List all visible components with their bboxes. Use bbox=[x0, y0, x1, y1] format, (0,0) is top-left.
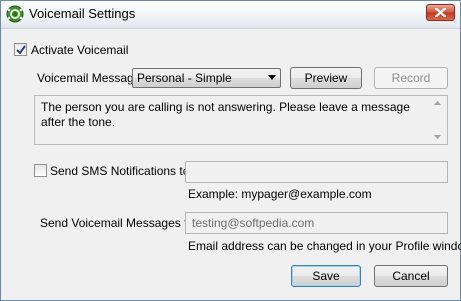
voicemail-message-select[interactable]: Personal - Simple bbox=[132, 68, 281, 88]
activate-voicemail-checkbox[interactable] bbox=[14, 43, 27, 56]
title-bar[interactable]: Voicemail Settings bbox=[1, 1, 460, 29]
cancel-button[interactable]: Cancel bbox=[374, 265, 448, 287]
app-globe-icon bbox=[6, 5, 24, 23]
save-button[interactable]: Save bbox=[291, 265, 361, 287]
voicemail-settings-window: Voicemail Settings Activate Voicemail Vo… bbox=[0, 0, 461, 301]
preview-button[interactable]: Preview bbox=[290, 67, 362, 89]
close-button[interactable] bbox=[426, 4, 455, 21]
voicemail-message-selected: Personal - Simple bbox=[137, 71, 232, 85]
scroll-up-icon[interactable] bbox=[434, 101, 441, 105]
send-voicemail-label: Send Voicemail Messages to: bbox=[40, 216, 198, 230]
close-icon bbox=[435, 8, 446, 17]
scroll-down-icon[interactable] bbox=[434, 135, 441, 139]
sms-notifications-checkbox[interactable] bbox=[34, 164, 47, 177]
sms-example-text: Example: mypager@example.com bbox=[188, 187, 372, 201]
voicemail-message-label: Voicemail Message: bbox=[37, 71, 144, 85]
sms-notifications-label: Send SMS Notifications to: bbox=[50, 164, 193, 178]
sms-notifications-input[interactable] bbox=[185, 161, 448, 183]
checkmark-icon bbox=[16, 45, 26, 55]
record-button[interactable]: Record bbox=[374, 67, 448, 89]
send-voicemail-email-value: testing@softpedia.com bbox=[192, 216, 315, 230]
activate-voicemail-label: Activate Voicemail bbox=[31, 43, 129, 57]
send-voicemail-email-input[interactable]: testing@softpedia.com bbox=[185, 212, 448, 234]
chevron-down-icon bbox=[268, 75, 276, 80]
textarea-scrollbar[interactable] bbox=[430, 96, 447, 144]
voicemail-message-text: The person you are calling is not answer… bbox=[41, 100, 410, 129]
window-title: Voicemail Settings bbox=[29, 6, 136, 21]
voicemail-message-textarea[interactable]: The person you are calling is not answer… bbox=[34, 95, 448, 145]
email-change-note: Email address can be changed in your Pro… bbox=[188, 239, 461, 253]
